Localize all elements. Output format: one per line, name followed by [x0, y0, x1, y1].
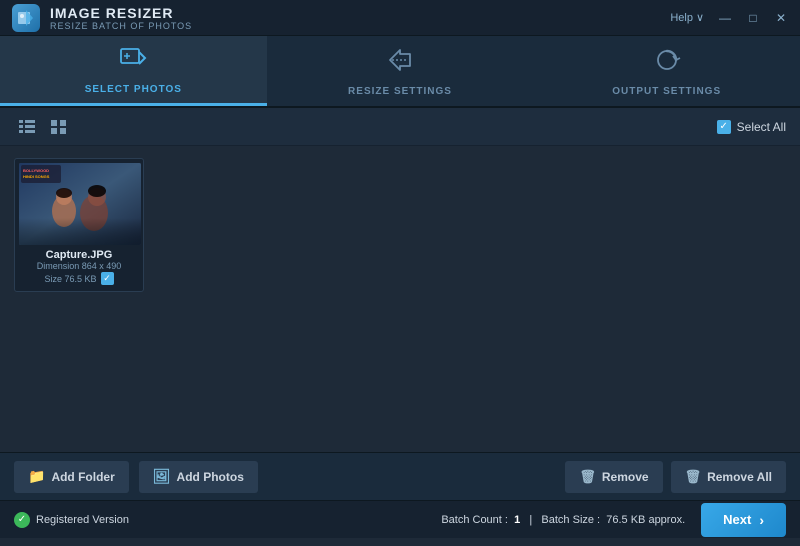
photo-dimension: Dimension 864 x 490 — [21, 261, 137, 271]
select-all-area[interactable]: ✓ Select All — [717, 120, 786, 134]
output-settings-icon — [653, 46, 681, 80]
select-all-label: Select All — [737, 120, 786, 134]
registered-icon: ✓ — [14, 512, 30, 528]
help-button[interactable]: Help ∨ — [670, 11, 704, 24]
photo-info: Capture.JPG Dimension 864 x 490 Size 76.… — [19, 245, 139, 285]
select-photos-icon — [119, 44, 147, 78]
toolbar: ✓ Select All — [0, 108, 800, 146]
trash-icon: 🗑 — [579, 469, 596, 485]
chevron-right-icon: › — [759, 512, 764, 528]
action-bar: 📁 Add Folder 🖼 Add Photos 🗑 Remove 🗑 Rem… — [0, 452, 800, 500]
content-area: BOLLYWOOD HINDI SONGS — [0, 146, 800, 452]
app-title: IMAGE RESIZER — [50, 5, 192, 21]
add-photos-button[interactable]: 🖼 Add Photos — [139, 461, 258, 493]
photo-name: Capture.JPG — [21, 249, 137, 261]
svg-text:HINDI SONGS: HINDI SONGS — [23, 174, 50, 179]
tab-select-photos[interactable]: SELECT PHOTOS — [0, 36, 267, 106]
resize-settings-icon — [386, 46, 414, 80]
registered-status: ✓ Registered Version — [14, 512, 129, 528]
photo-item[interactable]: BOLLYWOOD HINDI SONGS — [14, 158, 144, 292]
photo-size-row: Size 76.5 KB ✓ — [21, 272, 137, 285]
app-subtitle: RESIZE BATCH OF PHOTOS — [50, 21, 192, 31]
batch-info: Batch Count : 1 | Batch Size : 76.5 KB a… — [441, 514, 685, 526]
remove-button[interactable]: 🗑 Remove — [565, 461, 662, 493]
add-photos-icon: 🖼 — [153, 468, 171, 485]
svg-text:BOLLYWOOD: BOLLYWOOD — [23, 168, 49, 173]
close-button[interactable]: ✕ — [774, 11, 788, 25]
folder-icon: 📁 — [28, 468, 45, 485]
list-view-button[interactable] — [14, 114, 40, 140]
next-button[interactable]: Next › — [701, 503, 786, 537]
batch-size-value: 76.5 KB approx. — [606, 514, 685, 526]
app-icon — [12, 4, 40, 32]
next-label: Next — [723, 512, 751, 527]
tab-select-label: SELECT PHOTOS — [85, 84, 182, 95]
photo-grid: BOLLYWOOD HINDI SONGS — [14, 158, 786, 292]
action-right: 🗑 Remove 🗑 Remove All — [565, 461, 786, 493]
tab-resize-settings[interactable]: RESIZE SETTINGS — [267, 36, 534, 106]
tab-resize-label: RESIZE SETTINGS — [348, 86, 452, 97]
tabbar: SELECT PHOTOS RESIZE SETTINGS OUTPUT SET… — [0, 36, 800, 108]
photo-size: Size 76.5 KB — [44, 274, 96, 284]
batch-size-label: Batch Size : — [541, 514, 600, 526]
titlebar-right: Help ∨ — □ ✕ — [670, 11, 788, 25]
titlebar: IMAGE RESIZER RESIZE BATCH OF PHOTOS Hel… — [0, 0, 800, 36]
photo-thumbnail: BOLLYWOOD HINDI SONGS — [19, 163, 141, 245]
statusbar: ✓ Registered Version Batch Count : 1 | B… — [0, 500, 800, 538]
select-all-checkbox[interactable]: ✓ — [717, 120, 731, 134]
restore-button[interactable]: □ — [746, 11, 760, 25]
registered-label: Registered Version — [36, 514, 129, 526]
app-title-block: IMAGE RESIZER RESIZE BATCH OF PHOTOS — [50, 5, 192, 31]
batch-count-label: Batch Count : — [441, 514, 508, 526]
view-buttons — [14, 114, 72, 140]
minimize-button[interactable]: — — [718, 11, 732, 25]
titlebar-left: IMAGE RESIZER RESIZE BATCH OF PHOTOS — [12, 4, 192, 32]
trash-all-icon: 🗑 — [685, 469, 702, 485]
batch-count-value: 1 — [514, 514, 520, 526]
remove-all-button[interactable]: 🗑 Remove All — [671, 461, 786, 493]
tab-output-label: OUTPUT SETTINGS — [612, 86, 721, 97]
grid-view-button[interactable] — [46, 114, 72, 140]
add-folder-button[interactable]: 📁 Add Folder — [14, 461, 129, 493]
photo-checkbox[interactable]: ✓ — [101, 272, 114, 285]
tab-output-settings[interactable]: OUTPUT SETTINGS — [533, 36, 800, 106]
